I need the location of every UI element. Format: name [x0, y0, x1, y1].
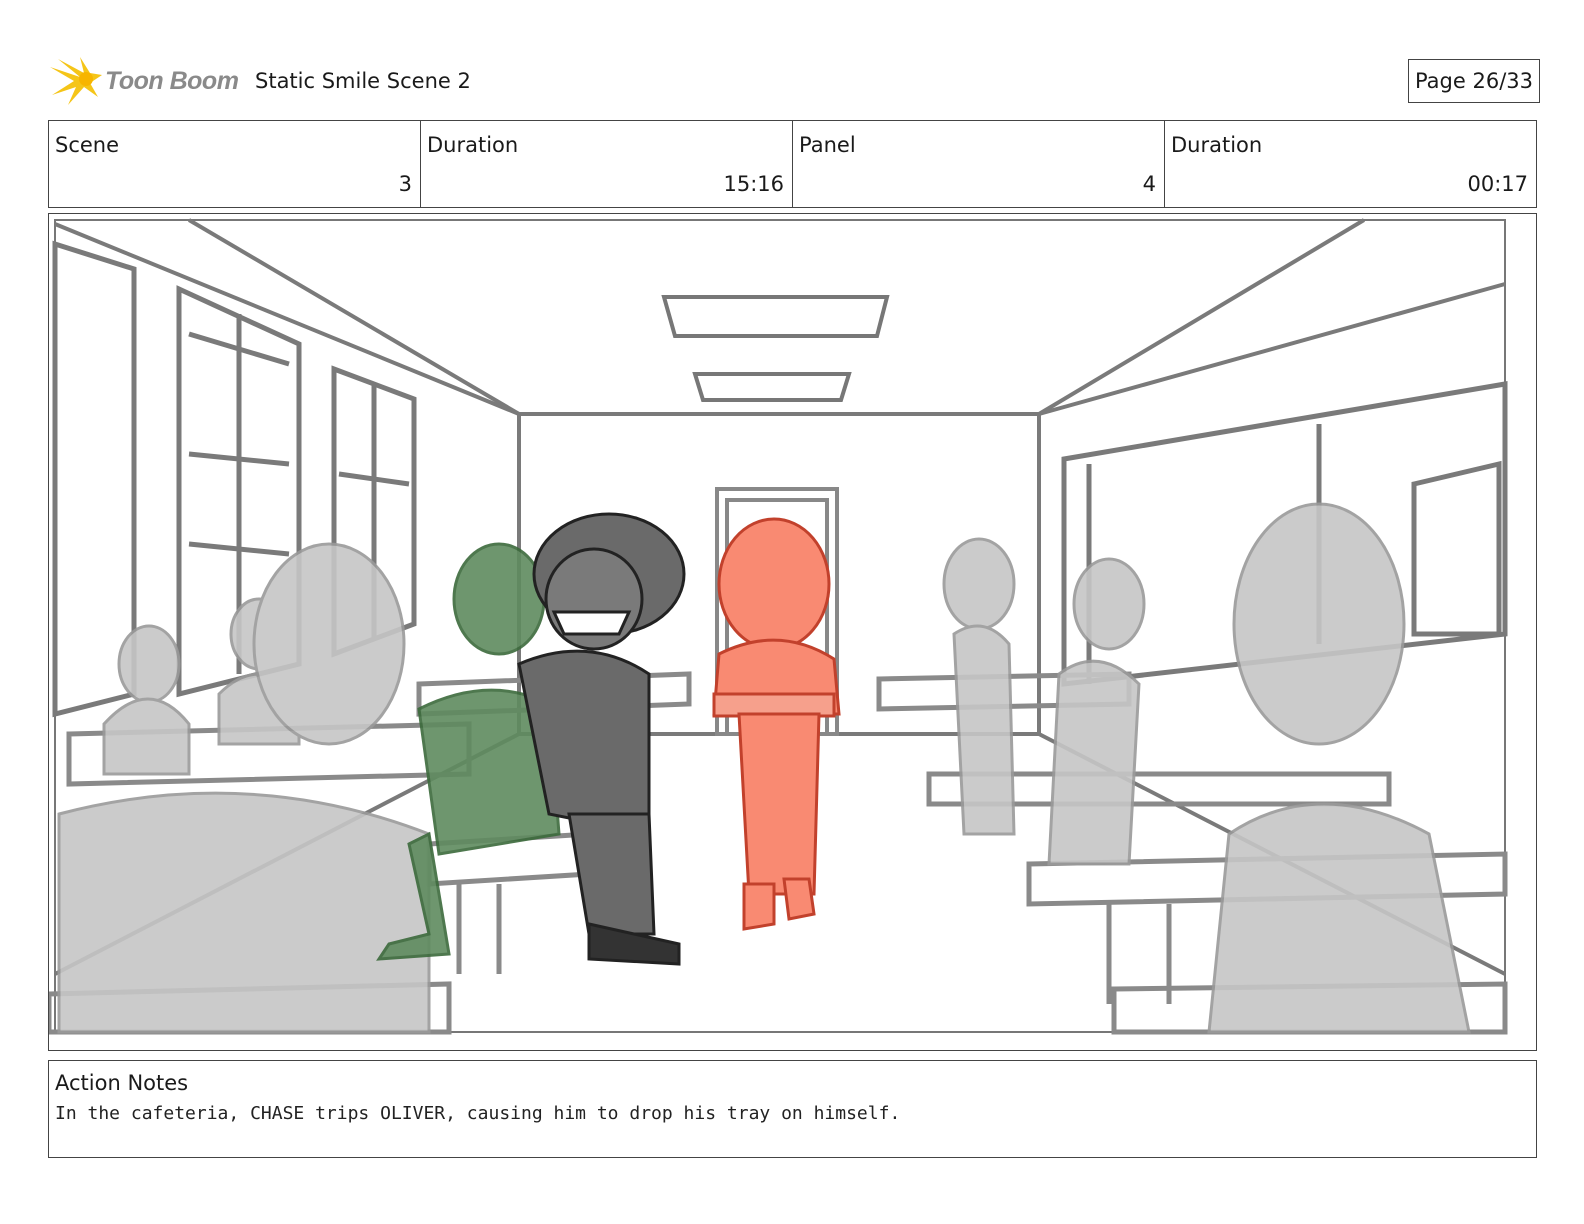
- starburst-icon: [50, 57, 102, 105]
- action-notes-text: In the cafeteria, CHASE trips OLIVER, ca…: [55, 1103, 901, 1124]
- chase-character: [517, 512, 686, 966]
- panel-value: 4: [1142, 172, 1156, 196]
- scene-cell: Scene 3: [49, 121, 421, 207]
- scene-value: 3: [398, 172, 412, 196]
- panel-cell: Panel 4: [793, 121, 1165, 207]
- document-title: Static Smile Scene 2: [255, 69, 471, 93]
- panel-label: Panel: [799, 133, 856, 157]
- action-notes: Action Notes In the cafeteria, CHASE tri…: [48, 1060, 1537, 1158]
- page-number: Page 26/33: [1407, 59, 1540, 103]
- logo-text: Toon Boom: [105, 67, 239, 95]
- scene-info-table: Scene 3 Duration 15:16 Panel 4 Duration …: [48, 120, 1537, 208]
- action-notes-label: Action Notes: [55, 1071, 189, 1095]
- ceiling-lights: [661, 295, 890, 402]
- page-header: Toon Boom Static Smile Scene 2 Page 26/3…: [50, 55, 1540, 105]
- storyboard-panel: [48, 213, 1537, 1051]
- panel-duration-cell: Duration 00:17: [1165, 121, 1536, 207]
- scene-label: Scene: [55, 133, 120, 157]
- scene-duration-cell: Duration 15:16: [421, 121, 793, 207]
- cafeteria-sketch: [49, 218, 1508, 1035]
- toon-boom-logo: Toon Boom: [50, 55, 240, 105]
- scene-duration-label: Duration: [427, 133, 519, 157]
- panel-duration-label: Duration: [1171, 133, 1263, 157]
- scene-duration-value: 15:16: [723, 172, 784, 196]
- oliver-character: [712, 517, 841, 931]
- panel-duration-value: 00:17: [1467, 172, 1528, 196]
